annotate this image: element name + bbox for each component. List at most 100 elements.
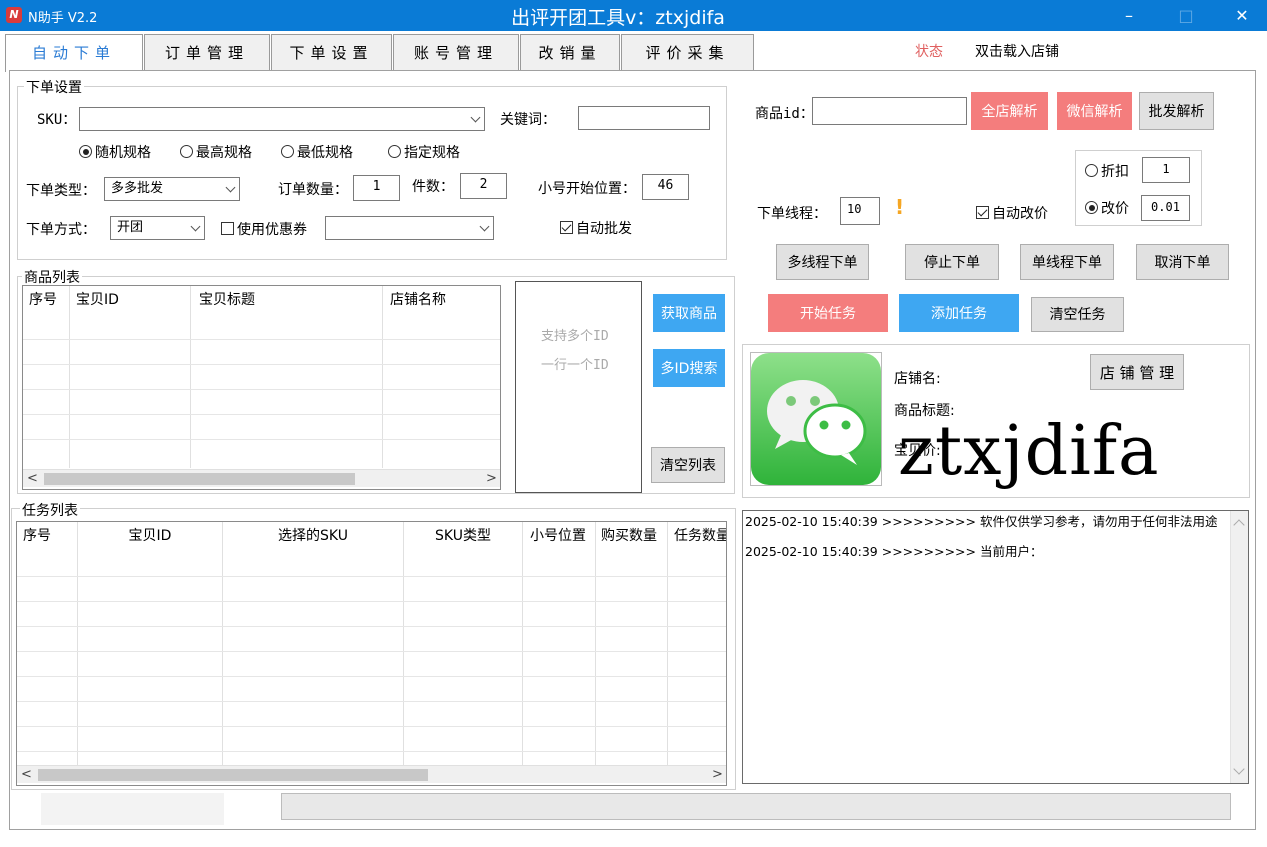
scroll-thumb[interactable]: [38, 769, 428, 781]
order-method-value: 开团: [117, 220, 144, 235]
thread-count-label: 下单线程：: [757, 206, 827, 222]
id-hint-line2: 一行一个ID: [541, 358, 609, 373]
product-grid[interactable]: 序号 宝贝ID 宝贝标题 店铺名称 < >: [22, 285, 501, 490]
auto-batch-checkbox[interactable]: 自动批发: [560, 218, 632, 238]
order-qty-input[interactable]: 1: [353, 175, 400, 201]
get-products-button[interactable]: 获取商品: [653, 294, 725, 332]
auto-change-price-checkbox[interactable]: 自动改价: [976, 203, 1048, 223]
sku-label: SKU：: [37, 112, 77, 128]
multi-id-textarea[interactable]: 支持多个ID 一行一个ID: [515, 281, 642, 493]
spec-specified-radio[interactable]: 指定规格: [388, 142, 460, 162]
spec-lowest-radio[interactable]: 最低规格: [281, 142, 353, 162]
grid-row-line: [17, 576, 726, 577]
grid-row-line: [23, 439, 500, 440]
radio-icon: [79, 145, 92, 158]
tab-auto-order[interactable]: 自动下单: [5, 34, 143, 72]
order-method-select[interactable]: 开团: [110, 216, 205, 240]
maximize-button[interactable]: □: [1163, 0, 1209, 31]
col-header-buy-qty[interactable]: 购买数量: [596, 522, 667, 550]
pieces-label: 件数：: [412, 179, 454, 195]
change-price-input[interactable]: 0.01: [1141, 195, 1190, 221]
spec-highest-radio[interactable]: 最高规格: [180, 142, 252, 162]
status-value[interactable]: 双击载入店铺: [975, 41, 1059, 61]
close-button[interactable]: ✕: [1219, 0, 1265, 31]
sku-select[interactable]: [79, 107, 485, 131]
col-header-item-id[interactable]: 宝贝ID: [78, 522, 222, 550]
order-settings-legend: 下单设置: [24, 77, 84, 97]
checkbox-checked-icon: [560, 221, 573, 234]
scroll-up-arrow-icon[interactable]: [1233, 519, 1245, 531]
cancel-order-button[interactable]: 取消下单: [1136, 244, 1229, 280]
discount-label: 折扣: [1101, 164, 1129, 180]
col-header-index[interactable]: 序号: [17, 522, 77, 550]
scroll-left-arrow-icon[interactable]: <: [27, 471, 38, 486]
grid-row-line: [17, 676, 726, 677]
pieces-input[interactable]: 2: [460, 173, 507, 199]
full-store-parse-button[interactable]: 全店解析: [971, 92, 1048, 130]
tab-order-manage[interactable]: 订单管理: [144, 34, 270, 70]
scroll-thumb[interactable]: [44, 473, 355, 485]
grid-row-line: [17, 751, 726, 752]
start-task-button[interactable]: 开始任务: [768, 294, 888, 332]
task-grid[interactable]: 序号 宝贝ID 选择的SKU SKU类型 小号位置 购买数量 任务数量 < >: [16, 521, 727, 786]
discount-radio[interactable]: 折扣: [1085, 161, 1129, 181]
clear-list-button[interactable]: 清空列表: [651, 447, 725, 483]
add-task-button[interactable]: 添加任务: [899, 294, 1019, 332]
col-header-account-pos[interactable]: 小号位置: [523, 522, 596, 550]
tab-change-sales[interactable]: 改销量: [520, 34, 620, 70]
thread-count-input[interactable]: 10: [840, 197, 880, 225]
col-header-index[interactable]: 序号: [23, 286, 69, 314]
order-type-select[interactable]: 多多批发: [104, 177, 240, 201]
task-list-legend: 任务列表: [20, 500, 80, 520]
keyword-input[interactable]: [578, 106, 710, 130]
chevron-down-icon: [479, 221, 490, 232]
change-price-radio[interactable]: 改价: [1085, 198, 1129, 218]
chevron-down-icon: [190, 221, 201, 232]
use-coupon-checkbox[interactable]: 使用优惠券: [221, 219, 307, 239]
product-id-input[interactable]: [812, 97, 967, 125]
grid-row-line: [17, 726, 726, 727]
scroll-left-arrow-icon[interactable]: <: [21, 767, 32, 782]
grid-divider: [522, 522, 523, 765]
col-header-sku-type[interactable]: SKU类型: [404, 522, 522, 550]
window-title: 出评开团工具v：ztxjdifa: [511, 7, 725, 29]
checkbox-icon: [221, 222, 234, 235]
scroll-right-arrow-icon[interactable]: >: [486, 471, 497, 486]
scroll-right-arrow-icon[interactable]: >: [712, 767, 723, 782]
spec-random-radio[interactable]: 随机规格: [79, 142, 151, 162]
log-textbox[interactable]: 2025-02-10 15:40:39 >>>>>>>>> 软件仅供学习参考，请…: [742, 510, 1249, 784]
single-thread-order-button[interactable]: 单线程下单: [1020, 244, 1114, 280]
col-header-item-id[interactable]: 宝贝ID: [70, 286, 190, 314]
log-vscrollbar[interactable]: [1230, 511, 1248, 783]
grid-divider: [77, 522, 78, 765]
tab-review-collect[interactable]: 评价采集: [621, 34, 754, 70]
grid-row-line: [17, 701, 726, 702]
start-pos-input[interactable]: 46: [642, 174, 689, 200]
col-header-task-qty[interactable]: 任务数量: [668, 522, 726, 550]
batch-parse-button[interactable]: 批发解析: [1139, 92, 1214, 130]
spec-specified-label: 指定规格: [404, 145, 460, 161]
wechat-parse-button[interactable]: 微信解析: [1057, 92, 1132, 130]
spec-lowest-label: 最低规格: [297, 145, 353, 161]
product-grid-hscrollbar[interactable]: < >: [23, 469, 500, 487]
discount-input[interactable]: 1: [1142, 157, 1190, 183]
tab-order-settings[interactable]: 下单设置: [271, 34, 392, 70]
multi-id-search-button[interactable]: 多ID搜索: [653, 349, 725, 387]
grid-divider: [595, 522, 596, 765]
product-list-legend: 商品列表: [22, 267, 82, 287]
col-header-item-title[interactable]: 宝贝标题: [191, 286, 383, 314]
store-manage-button[interactable]: 店 铺 管 理: [1090, 354, 1184, 390]
change-price-label: 改价: [1101, 201, 1129, 217]
scroll-down-arrow-icon[interactable]: [1233, 763, 1245, 775]
minimize-button[interactable]: –: [1106, 0, 1152, 31]
col-header-store-name[interactable]: 店铺名称: [384, 286, 500, 314]
stop-order-button[interactable]: 停止下单: [905, 244, 999, 280]
multi-thread-order-button[interactable]: 多线程下单: [776, 244, 869, 280]
task-grid-hscrollbar[interactable]: < >: [17, 765, 726, 783]
coupon-select[interactable]: [325, 216, 494, 240]
spec-highest-label: 最高规格: [196, 145, 252, 161]
tab-account-manage[interactable]: 账号管理: [393, 34, 519, 70]
auto-batch-label: 自动批发: [576, 221, 632, 237]
col-header-selected-sku[interactable]: 选择的SKU: [223, 522, 403, 550]
clear-task-button[interactable]: 清空任务: [1031, 297, 1124, 332]
